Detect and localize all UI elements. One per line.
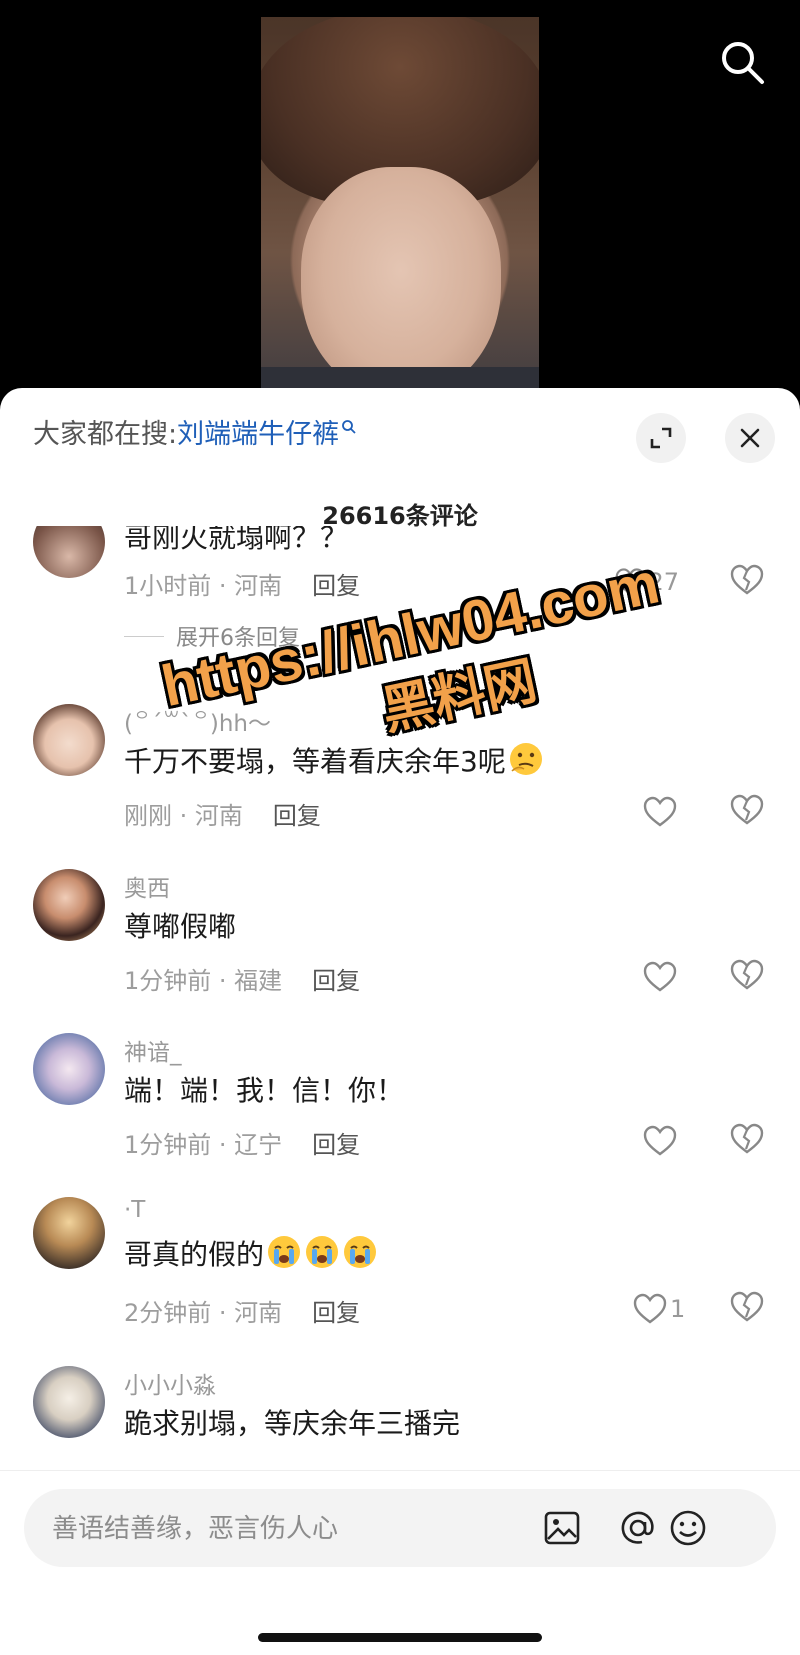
like-button[interactable]: 27 [615, 564, 679, 600]
like-button[interactable] [643, 794, 707, 830]
dislike-button[interactable] [730, 564, 766, 600]
comment-time-location: 刚刚 · 河南 [124, 802, 243, 830]
video-player[interactable] [0, 0, 800, 410]
comment-text: 尊嘟假嘟 [124, 910, 237, 943]
comment-text-body: 哥真的假的 [124, 1238, 265, 1271]
trending-search-bar[interactable]: 大家都在搜:刘端端牛仔裤 [33, 412, 357, 451]
reply-button[interactable]: 回复 [312, 1131, 360, 1159]
avatar[interactable] [33, 1033, 105, 1105]
comment-text: 哥刚火就塌啊？？ [124, 526, 349, 554]
close-icon [740, 428, 760, 448]
reply-button[interactable]: 回复 [312, 1299, 360, 1327]
broken-heart-icon [730, 959, 764, 990]
comment-input[interactable] [50, 1489, 534, 1569]
divider-dash [124, 636, 164, 637]
comment-meta: 刚刚 · 河南 回复 [124, 796, 321, 831]
like-count: 27 [648, 568, 679, 596]
heart-icon [633, 1293, 667, 1324]
small-search-icon [341, 419, 357, 439]
comment-meta: 2分钟前 · 河南 回复 [124, 1293, 360, 1328]
dislike-button[interactable] [730, 1291, 766, 1327]
comment-sheet: 大家都在搜:刘端端牛仔裤 26616条评论 哥刚火就塌啊？？ 1小时前 · 河南… [0, 388, 800, 1654]
like-button[interactable]: 1 [633, 1291, 697, 1327]
trending-prefix: 大家都在搜: [33, 419, 178, 450]
like-button[interactable] [643, 959, 707, 995]
heart-icon [643, 961, 677, 992]
comment-username[interactable]: 小小小淼 [124, 1366, 216, 1400]
trending-keyword[interactable]: 刘端端牛仔裤 [177, 419, 339, 450]
reply-button[interactable]: 回复 [312, 572, 360, 600]
video-subject-face [301, 167, 501, 397]
search-icon[interactable] [718, 38, 766, 86]
comment-text-body: 千万不要塌，等着看庆余年3呢 [124, 745, 506, 778]
comment-meta: 1分钟前 · 福建 回复 [124, 961, 360, 996]
avatar[interactable] [33, 1366, 105, 1438]
broken-heart-icon [730, 564, 764, 595]
image-icon[interactable] [542, 1508, 582, 1548]
at-icon[interactable] [618, 1508, 658, 1548]
comment-text: 跪求别塌，等庆余年三播完 [124, 1407, 461, 1440]
comment-text: 哥真的假的 [124, 1233, 378, 1273]
broken-heart-icon [730, 794, 764, 825]
crying-face-emoji-icon [344, 1236, 377, 1268]
emoji-icon[interactable] [668, 1508, 708, 1548]
comment-username[interactable]: 神谙_ [124, 1033, 182, 1067]
expand-replies-button[interactable]: 展开6条回复 [124, 620, 300, 652]
broken-heart-icon [730, 1123, 764, 1154]
comment-username[interactable]: ·T [124, 1197, 145, 1223]
comment-time-location: 2分钟前 · 河南 [124, 1299, 283, 1327]
comment-username[interactable]: 奥西 [124, 869, 170, 903]
like-button[interactable] [643, 1123, 707, 1159]
heart-icon [643, 796, 677, 827]
expand-icon [650, 427, 672, 449]
comment-text: 端！端！我！信！你！ [124, 1074, 405, 1107]
like-count: 1 [670, 1295, 686, 1323]
crying-face-emoji-icon [306, 1236, 339, 1268]
avatar[interactable] [33, 869, 105, 941]
video-frame [261, 17, 539, 410]
avatar[interactable] [33, 526, 105, 578]
dislike-button[interactable] [730, 1123, 766, 1159]
reply-button[interactable]: 回复 [273, 802, 321, 830]
comment-input-bar [0, 1470, 800, 1655]
comment-time-location: 1小时前 · 河南 [124, 572, 283, 600]
reply-button[interactable]: 回复 [312, 967, 360, 995]
expand-replies-label: 展开6条回复 [176, 626, 300, 651]
expand-button[interactable] [636, 413, 686, 463]
comment-meta: 1小时前 · 河南 回复 [124, 566, 360, 601]
comment-meta: 1分钟前 · 辽宁 回复 [124, 1125, 360, 1160]
thinking-face-emoji-icon [509, 743, 542, 775]
comment-username[interactable]: (꒪ˊ꒳ˋ꒪)hh～ [124, 704, 271, 738]
dislike-button[interactable] [730, 959, 766, 995]
comment-time-location: 1分钟前 · 辽宁 [124, 1131, 283, 1159]
dislike-button[interactable] [730, 794, 766, 830]
comment-input-pill[interactable] [24, 1489, 776, 1569]
comment-text: 千万不要塌，等着看庆余年3呢 [124, 740, 544, 780]
home-indicator [258, 1633, 542, 1642]
heart-icon [615, 568, 645, 595]
close-button[interactable] [725, 413, 775, 463]
crying-face-emoji-icon [268, 1236, 301, 1268]
avatar[interactable] [33, 704, 105, 776]
heart-icon [643, 1125, 677, 1156]
avatar[interactable] [33, 1197, 105, 1269]
comment-time-location: 1分钟前 · 福建 [124, 967, 283, 995]
broken-heart-icon [730, 1291, 764, 1322]
comment-list[interactable]: 哥刚火就塌啊？？ 1小时前 · 河南 回复 27 展开6条回复 (꒪ˊ꒳ˋ꒪)hh… [0, 526, 800, 1612]
